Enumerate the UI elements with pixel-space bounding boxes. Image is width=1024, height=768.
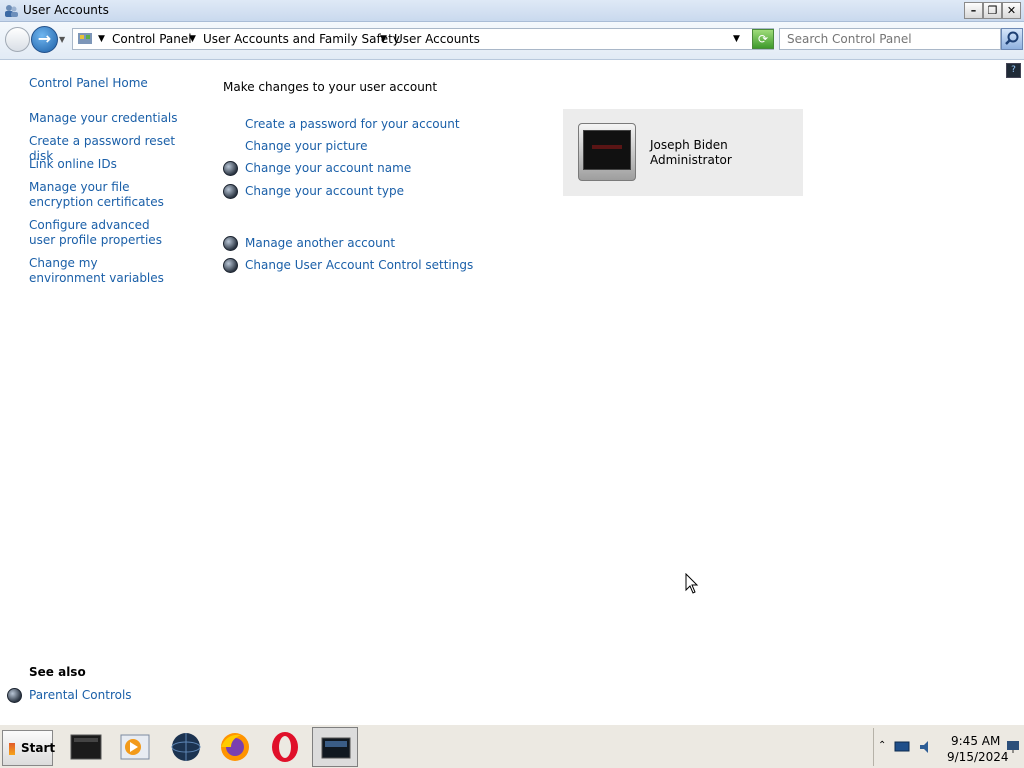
parental-controls-icon — [7, 688, 22, 703]
shield-globe-icon — [223, 236, 238, 251]
back-button[interactable] — [5, 27, 30, 52]
address-history-dropdown-icon[interactable]: ▼ — [733, 34, 740, 44]
show-hidden-icons-icon[interactable]: ⌃ — [878, 740, 886, 751]
notification-flag-icon[interactable] — [1006, 740, 1020, 754]
taskbar: Start ⌃ 9:45 AM 9/15/2024 — [0, 724, 1024, 768]
title-bar: User Accounts – ❐ ✕ — [0, 0, 1024, 22]
parental-controls-link[interactable]: Parental Controls — [29, 688, 132, 703]
start-button[interactable]: Start — [2, 730, 55, 766]
user-tile: Joseph Biden Administrator — [563, 109, 803, 196]
chevron-down-icon[interactable]: ▼ — [98, 34, 105, 44]
minimize-button[interactable]: – — [964, 2, 983, 19]
avatar — [578, 123, 636, 181]
sidebar-item-manage-credentials[interactable]: Manage your credentials — [29, 111, 199, 126]
sidebar-item-link-online-ids[interactable]: Link online IDs — [29, 157, 199, 172]
terminal-icon[interactable] — [68, 729, 104, 765]
chevron-down-icon[interactable]: ▼ — [189, 34, 196, 44]
search-icon[interactable] — [1001, 28, 1023, 50]
volume-icon[interactable] — [918, 740, 934, 754]
search-input[interactable] — [780, 29, 990, 49]
uac-settings-link[interactable]: Change User Account Control settings — [245, 258, 473, 273]
mouse-cursor-icon — [685, 573, 699, 594]
user-role: Administrator — [650, 153, 732, 167]
change-account-name-link[interactable]: Change your account name — [245, 161, 411, 176]
media-player-icon[interactable] — [117, 729, 153, 765]
user-name: Joseph Biden — [650, 138, 728, 152]
user-accounts-icon — [5, 5, 18, 17]
sidebar-item-advanced-profile[interactable]: Configure advanced user profile properti… — [29, 218, 169, 248]
address-bar: → ▼ ▼ Control Panel ▼ User Accounts and … — [0, 22, 1024, 60]
sidebar-item-file-encryption[interactable]: Manage your file encryption certificates — [29, 180, 189, 210]
shield-globe-icon — [223, 184, 238, 199]
help-icon[interactable]: ? — [1006, 63, 1021, 78]
forward-button[interactable]: → — [31, 26, 58, 53]
firefox-icon[interactable] — [217, 729, 253, 765]
globe-browser-icon[interactable] — [168, 729, 204, 765]
breadcrumb-control-panel[interactable]: Control Panel — [112, 32, 192, 46]
sidebar-item-environment-variables[interactable]: Change my environment variables — [29, 256, 169, 286]
chevron-down-icon[interactable]: ▼ — [380, 34, 387, 44]
system-tray: ⌃ 9:45 AM 9/15/2024 — [873, 728, 1022, 766]
taskbar-active-window[interactable] — [312, 727, 358, 767]
network-icon[interactable] — [894, 740, 910, 754]
see-also-heading: See also — [29, 665, 86, 679]
page-title: Make changes to your user account — [223, 80, 438, 94]
breadcrumb-user-accounts-family-safety[interactable]: User Accounts and Family Safety — [203, 32, 400, 46]
clock-time[interactable]: 9:45 AM — [951, 734, 1000, 748]
change-picture-link[interactable]: Change your picture — [245, 139, 367, 154]
shield-globe-icon — [223, 258, 238, 273]
opera-icon[interactable] — [267, 729, 303, 765]
close-button[interactable]: ✕ — [1002, 2, 1021, 19]
left-navigation-pane: Control Panel Home Manage your credentia… — [0, 61, 200, 723]
control-panel-icon — [321, 737, 351, 759]
create-password-link[interactable]: Create a password for your account — [245, 117, 460, 132]
window-title: User Accounts — [23, 3, 109, 17]
search-box[interactable] — [779, 28, 1001, 50]
breadcrumb-user-accounts[interactable]: User Accounts — [394, 32, 480, 46]
shield-globe-icon — [223, 161, 238, 176]
refresh-button[interactable]: ⟳ — [752, 29, 774, 49]
breadcrumb[interactable]: ▼ Control Panel ▼ User Accounts and Fami… — [72, 28, 774, 50]
manage-another-account-link[interactable]: Manage another account — [245, 236, 395, 251]
restore-button[interactable]: ❐ — [983, 2, 1002, 19]
recent-pages-dropdown-icon[interactable]: ▼ — [59, 35, 65, 44]
control-panel-home-link[interactable]: Control Panel Home — [29, 76, 199, 91]
change-account-type-link[interactable]: Change your account type — [245, 184, 404, 199]
clock-date[interactable]: 9/15/2024 — [947, 750, 1009, 764]
control-panel-icon — [78, 33, 92, 44]
